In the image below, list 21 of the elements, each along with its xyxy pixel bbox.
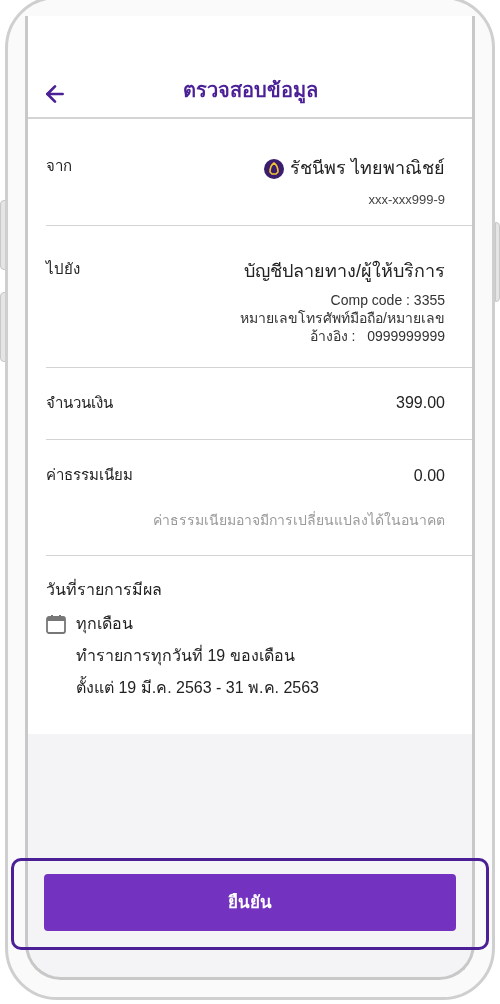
row-label: ไปยัง <box>46 258 80 279</box>
recipient-detail: อ้างอิง : 0999999999 <box>309 326 445 345</box>
fee-note: ค่าธรรมเนียมอาจมีการเปลี่ยนแปลงได้ในอนาคต <box>153 510 445 530</box>
screen-title: ตรวจสอบข้อมูล <box>182 75 318 105</box>
schedule-text: ตั้งแต่ 19 มี.ค. 2563 - 31 พ.ค. 2563 <box>76 675 319 698</box>
calendar-icon <box>46 613 66 634</box>
amount-value: 399.00 <box>396 393 445 413</box>
frequency-text: ทุกเดือน <box>76 613 134 636</box>
row-label: ค่าธรรมเนียม <box>46 465 133 486</box>
account-name: รัชนีพร ไทยพาณิชย์ <box>290 157 445 180</box>
bank-logo-icon <box>264 158 284 179</box>
row-label: จำนวนเงิน <box>46 392 113 413</box>
account-number: xxx-xxx999-9 <box>368 191 445 209</box>
schedule-text: ทำรายการทุกวันที่ 19 ของเดือน <box>76 644 296 668</box>
row-label: จาก <box>46 156 72 176</box>
recipient-name: บัญชีปลายทาง/ผู้ให้บริการ <box>244 259 445 284</box>
recipient-detail: Comp code : 3355 <box>330 290 445 309</box>
confirm-button[interactable]: ยืนยัน <box>44 874 456 931</box>
section-label: วันที่รายการมีผล <box>46 578 163 600</box>
fee-value: 0.00 <box>413 465 445 486</box>
recipient-detail: หมายเลขโทรศัพท์มือถือ/หมายเลข <box>240 308 445 327</box>
